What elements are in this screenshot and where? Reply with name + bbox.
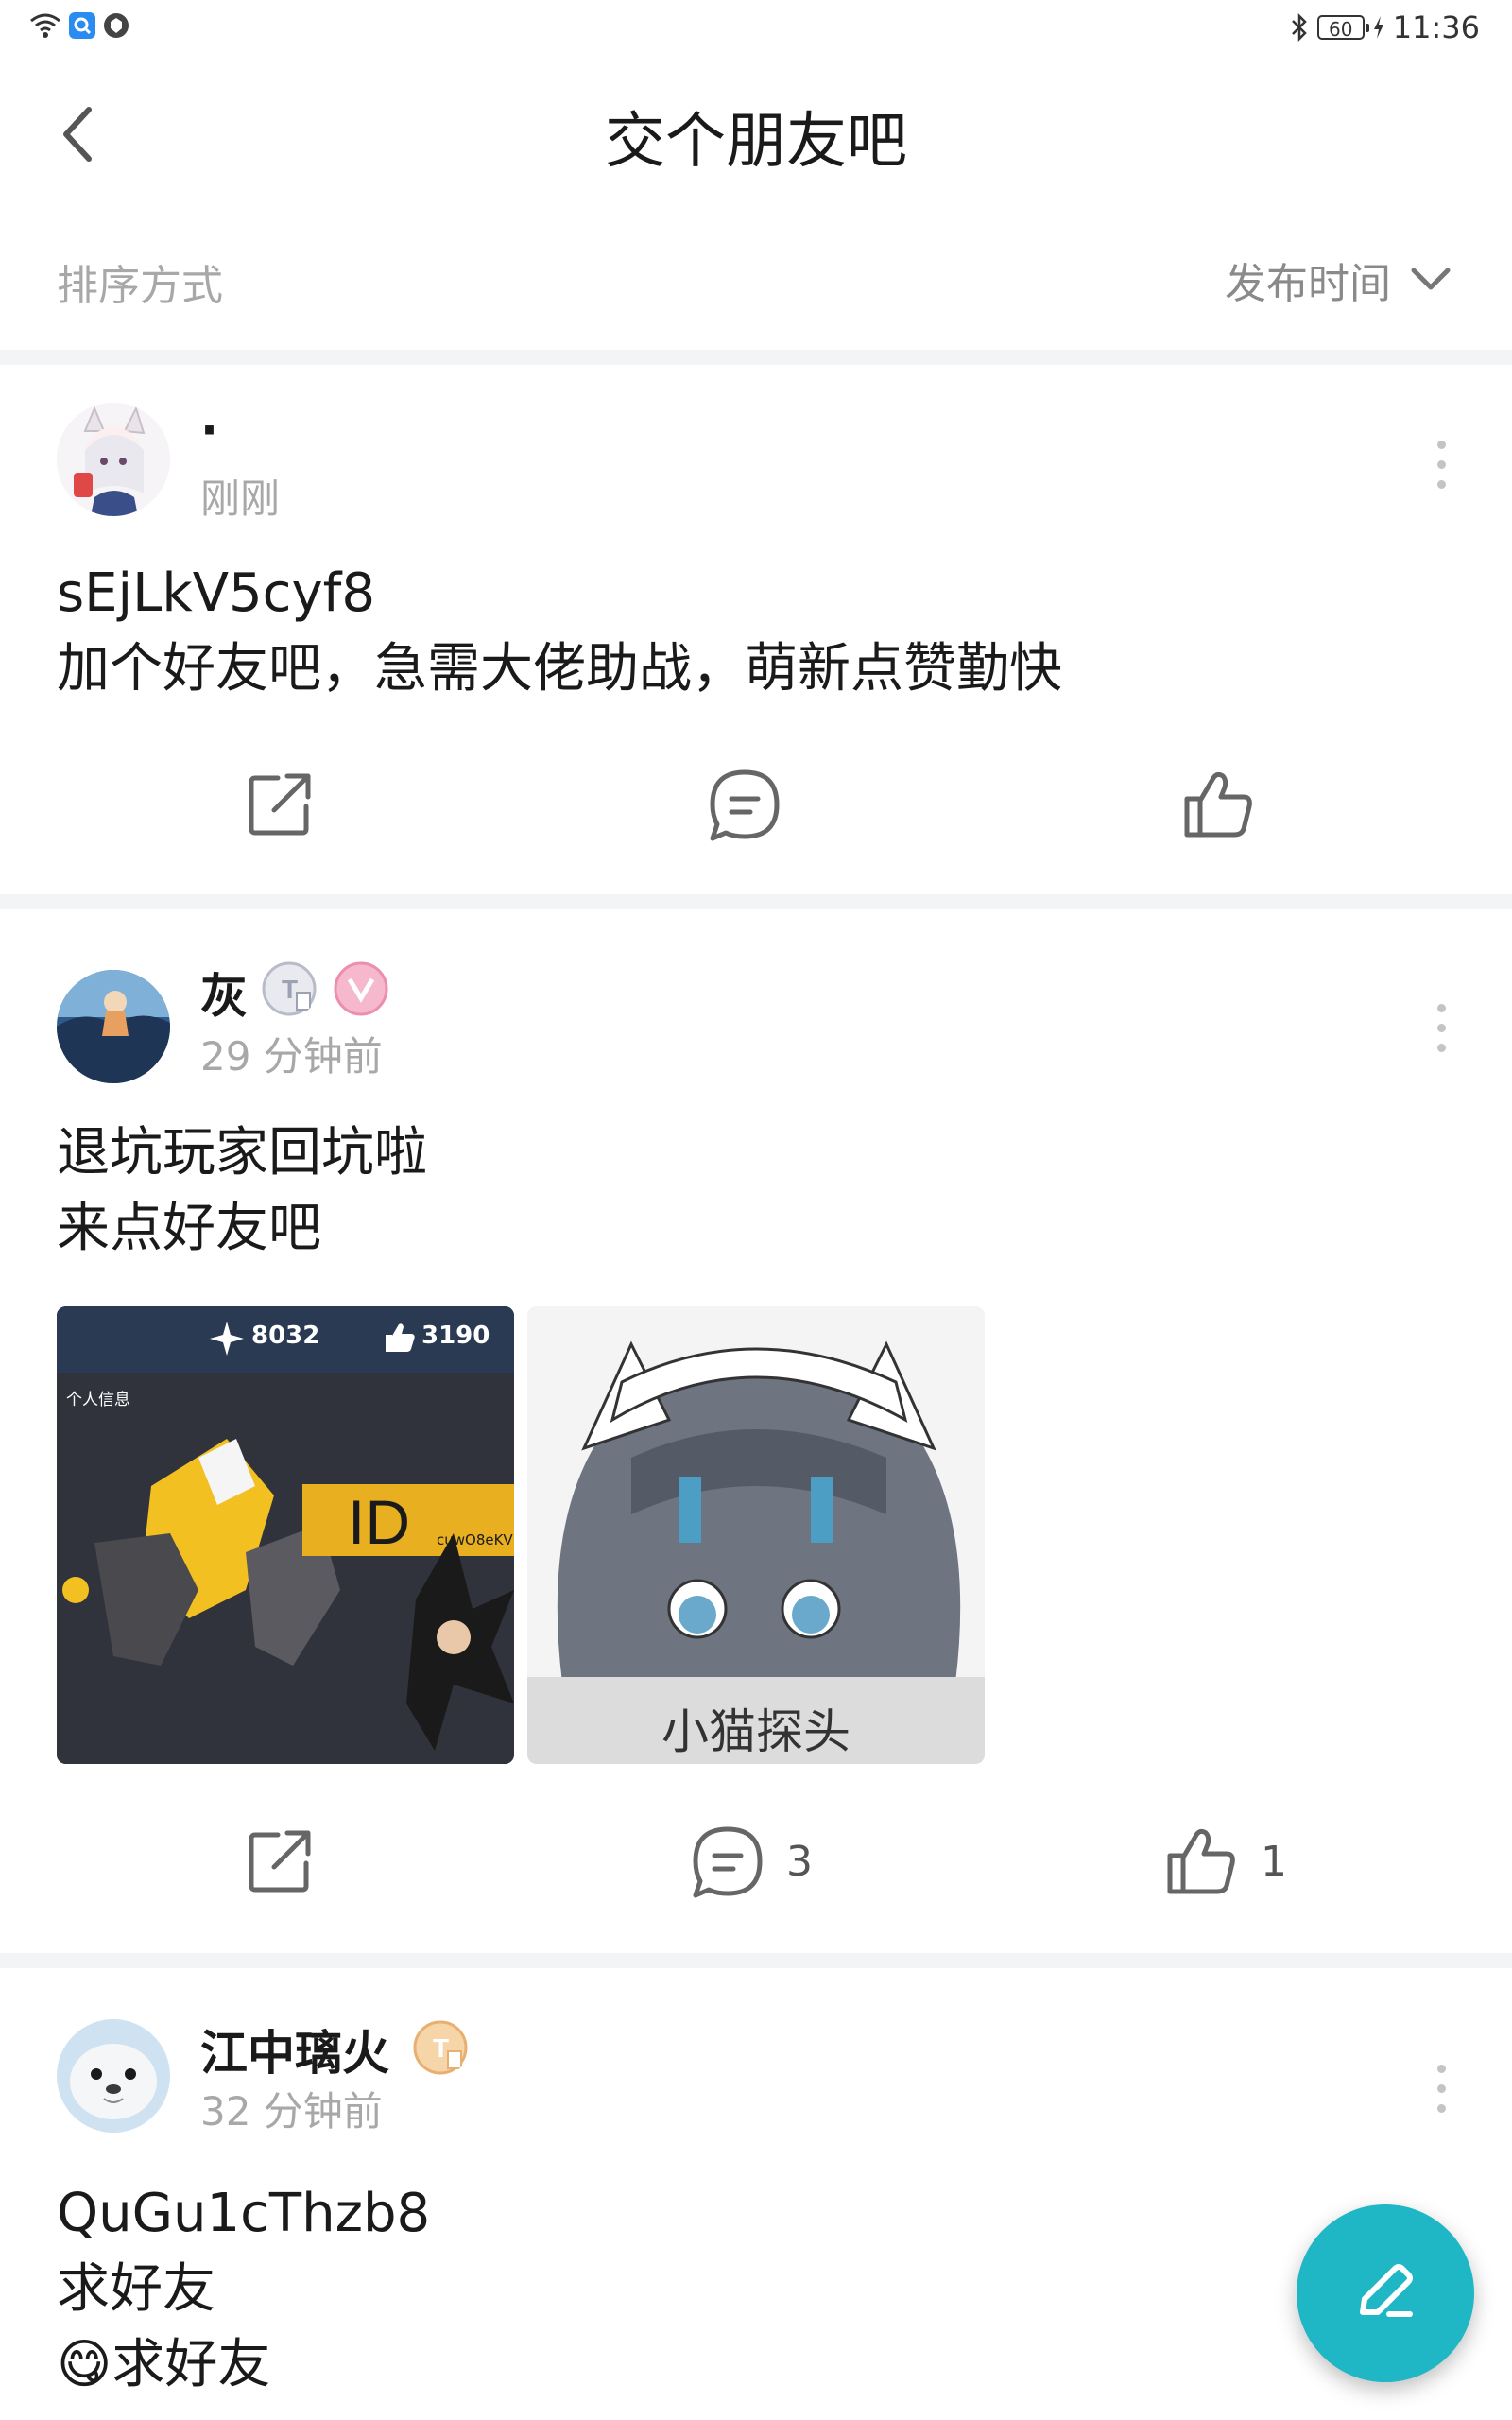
wifi-icon: [30, 13, 60, 38]
post-content: QuGu1cThzb8 求好友 😋求好友: [57, 2176, 430, 2403]
level-badge-icon: T: [262, 961, 317, 1016]
app-bar: 交个朋友吧: [0, 76, 1512, 189]
username[interactable]: 江中璃火: [200, 2015, 389, 2083]
chevron-down-icon: [1411, 268, 1451, 290]
sort-bar: 排序方式 发布时间: [0, 236, 1512, 331]
avatar[interactable]: [57, 2019, 170, 2133]
status-time: 11:36: [1392, 9, 1480, 45]
thumbs-up-icon: [386, 1323, 415, 1352]
share-button[interactable]: [242, 752, 318, 856]
id-label: ID: [348, 1487, 410, 1557]
dot-icon: [1436, 1043, 1446, 1052]
avatar-image: [57, 2019, 170, 2133]
dot-icon: [1436, 2103, 1446, 2113]
page-title: 交个朋友吧: [605, 107, 907, 177]
post-time: 29 分钟前: [200, 1033, 383, 1080]
comment-count: 3: [786, 1837, 813, 1886]
svg-text:T: T: [282, 975, 298, 1004]
id-value: cuwO8eKVn: [437, 1531, 514, 1548]
post-text-line: 加个好友吧，急需大佬助战，萌新点赞勤快: [57, 638, 1062, 700]
avatar[interactable]: [57, 403, 170, 516]
post-content: 退坑玩家回坑啦 来点好友吧: [57, 1115, 427, 1267]
dot-icon: [1436, 479, 1446, 489]
post-actions: 3 1: [0, 1809, 1512, 1913]
section-divider: [0, 350, 1512, 365]
comment-button[interactable]: [707, 752, 782, 856]
dot-icon: [1436, 459, 1446, 469]
like-button[interactable]: 1: [1164, 1809, 1287, 1913]
bluetooth-icon: [1291, 12, 1307, 43]
comment-icon: [693, 1826, 763, 1898]
post-image[interactable]: 小猫探头: [527, 1306, 985, 1764]
post-text-line: 来点好友吧: [57, 1198, 321, 1259]
more-options-button[interactable]: [1418, 994, 1465, 1061]
compose-post-button[interactable]: [1297, 2204, 1474, 2382]
post-text-line: sEjLkV5cyf8: [57, 562, 375, 624]
post-content: sEjLkV5cyf8 加个好友吧，急需大佬助战，萌新点赞勤快: [57, 556, 1062, 707]
sticker-caption: 小猫探头: [662, 1704, 850, 1759]
dot-icon: [1436, 1023, 1446, 1032]
share-icon: [249, 1830, 311, 1893]
thumbs-up-icon: [1184, 771, 1252, 838]
username[interactable]: 灰: [200, 959, 248, 1027]
like-count: 1: [1261, 1837, 1287, 1886]
level-badge-icon: T: [413, 2020, 468, 2075]
post-text-line: 退坑玩家回坑啦: [57, 1122, 427, 1184]
post-text-line: QuGu1cThzb8: [57, 2183, 431, 2244]
thumbs-up-icon: [1167, 1828, 1235, 1894]
post-time: 刚刚: [200, 475, 281, 522]
post-actions: [0, 752, 1512, 856]
dot-icon: [1436, 440, 1446, 449]
post-text-line: 求好友: [57, 2258, 215, 2320]
share-button[interactable]: [242, 1809, 318, 1913]
more-options-button[interactable]: [1418, 2055, 1465, 2121]
stat-value: 8032: [251, 1322, 320, 1350]
like-button[interactable]: [1181, 752, 1257, 856]
post-text-line: 😋求好友: [57, 2334, 271, 2395]
dot-icon: [1436, 1003, 1446, 1012]
dot-icon: [1436, 2083, 1446, 2093]
comment-button[interactable]: 3: [690, 1809, 813, 1913]
charging-icon: [1373, 16, 1383, 39]
more-options-button[interactable]: [1418, 431, 1465, 497]
sort-label: 排序方式: [57, 262, 223, 310]
dot-icon: [1436, 2064, 1446, 2073]
post-image[interactable]: 8032 3190 个人信息 ID cuwO8eKVn: [57, 1306, 514, 1764]
status-icons-right: 60 11:36: [1289, 9, 1480, 45]
avatar-image: [57, 970, 170, 1083]
search-app-icon: [69, 12, 95, 39]
stat-value: 3190: [421, 1322, 490, 1350]
post-time: 32 分钟前: [200, 2088, 383, 2135]
sort-dropdown[interactable]: 发布时间: [1225, 250, 1453, 310]
share-icon: [249, 773, 311, 836]
profile-info-label: 个人信息: [66, 1391, 130, 1409]
status-bar: 60 11:36: [0, 0, 1512, 57]
battery-indicator: 60: [1316, 15, 1369, 41]
post-card: 灰 T 29 分钟前 退坑玩家回坑啦 来点好友吧 8032 3190 个人信息 …: [0, 909, 1512, 1953]
star-icon: [210, 1322, 244, 1356]
avatar-image: [57, 403, 170, 516]
post-card: 江中璃火 T 32 分钟前 QuGu1cThzb8 求好友 😋求好友: [0, 1968, 1512, 2420]
avatar[interactable]: [57, 970, 170, 1083]
section-divider: [0, 1953, 1512, 1968]
username[interactable]: ·: [200, 403, 218, 458]
pen-icon: [1360, 2264, 1413, 2317]
section-divider: [0, 894, 1512, 909]
status-icons-left: [28, 11, 130, 40]
achievement-badge-icon: [334, 961, 388, 1016]
post-card: · 刚刚 sEjLkV5cyf8 加个好友吧，急需大佬助战，萌新点赞勤快: [0, 365, 1512, 894]
comment-icon: [710, 769, 780, 841]
sort-selected-value: 发布时间: [1225, 260, 1391, 308]
app-shield-icon: [104, 13, 129, 38]
svg-text:T: T: [433, 2033, 449, 2063]
